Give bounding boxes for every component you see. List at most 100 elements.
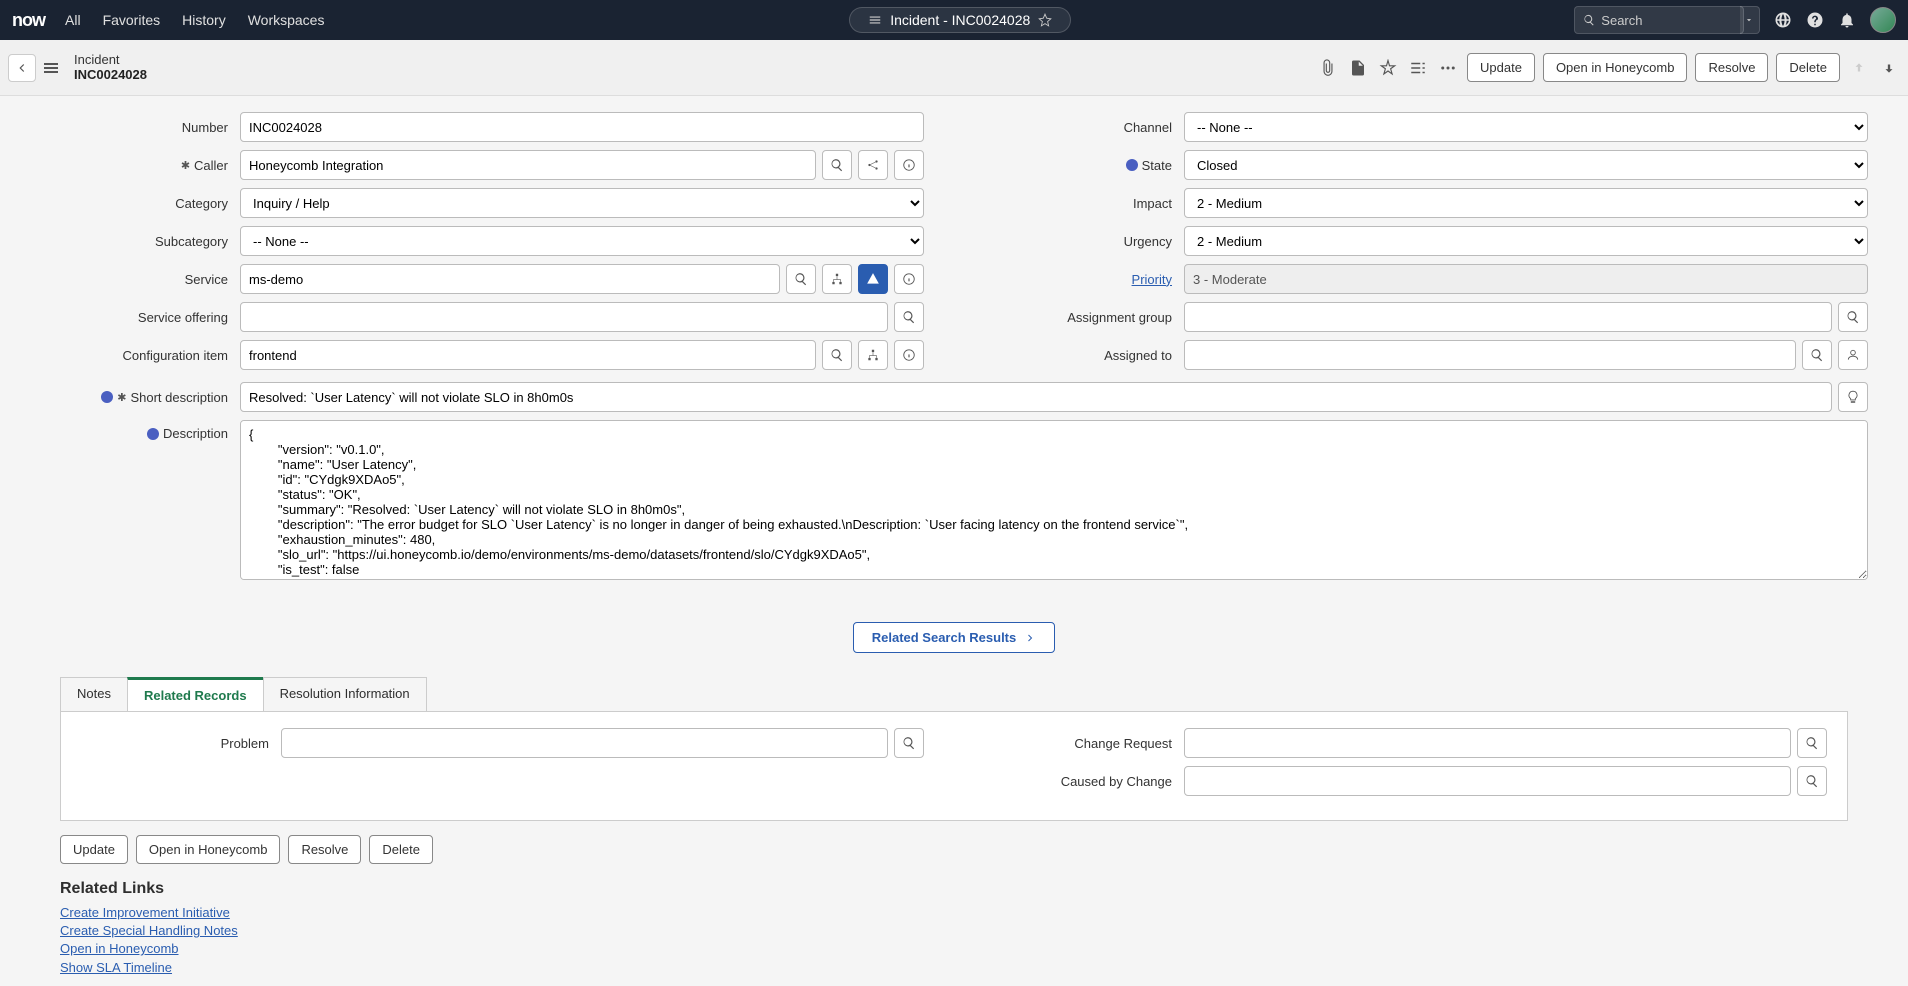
assigned-to-me[interactable] [1838,340,1868,370]
search-icon [902,736,916,750]
tab-related-records[interactable]: Related Records [127,677,264,711]
required-icon: ✱ [181,159,190,172]
nav-favorites[interactable]: Favorites [103,12,161,28]
search-icon [1805,774,1819,788]
number-field[interactable] [240,112,924,142]
state-field[interactable]: Closed [1184,150,1868,180]
assigned-to-label: Assigned to [984,348,1184,363]
service-field[interactable] [240,264,780,294]
tab-body-related-records: Problem Change Request Caused by Change [60,712,1848,821]
subcategory-field[interactable]: -- None -- [240,226,924,256]
settings-icon[interactable] [1407,57,1429,79]
service-alert[interactable] [858,264,888,294]
channel-field[interactable]: -- None -- [1184,112,1868,142]
tree-icon [830,272,844,286]
modified-dot-icon [1126,159,1138,171]
change-request-field[interactable] [1184,728,1791,758]
assignment-group-field[interactable] [1184,302,1832,332]
link-show-sla-timeline[interactable]: Show SLA Timeline [60,959,1908,977]
bell-icon[interactable] [1838,11,1856,29]
link-create-improvement-initiative[interactable]: Create Improvement Initiative [60,904,1908,922]
user-icon [1846,348,1860,362]
help-icon[interactable] [1806,11,1824,29]
ci-tree[interactable] [858,340,888,370]
link-create-special-handling-notes[interactable]: Create Special Handling Notes [60,922,1908,940]
update-button-bottom[interactable]: Update [60,835,128,864]
category-label: Category [40,196,240,211]
pill-title: Incident - INC0024028 [890,12,1030,28]
caller-field[interactable] [240,150,816,180]
related-search-results-button[interactable]: Related Search Results [853,622,1056,653]
info-icon [902,272,916,286]
global-search[interactable] [1574,6,1744,34]
search-input[interactable] [1601,13,1735,28]
star-icon[interactable] [1038,13,1052,27]
nav-history[interactable]: History [182,12,226,28]
attachment-icon[interactable] [1317,57,1339,79]
tree-icon [866,348,880,362]
impact-field[interactable]: 2 - Medium [1184,188,1868,218]
service-lookup[interactable] [786,264,816,294]
impact-label: Impact [984,196,1184,211]
service-info[interactable] [894,264,924,294]
nav-all[interactable]: All [65,12,81,28]
update-button[interactable]: Update [1467,53,1535,82]
short-description-field[interactable] [240,382,1832,412]
open-honeycomb-button-bottom[interactable]: Open in Honeycomb [136,835,281,864]
problem-label: Problem [81,736,281,751]
record-title: Incident INC0024028 [74,53,147,82]
search-icon [1805,736,1819,750]
prev-record[interactable] [1848,57,1870,79]
category-field[interactable]: Inquiry / Help [240,188,924,218]
service-offering-field[interactable] [240,302,888,332]
resolve-button[interactable]: Resolve [1695,53,1768,82]
ci-lookup[interactable] [822,340,852,370]
priority-label[interactable]: Priority [1132,272,1172,287]
assigned-to-field[interactable] [1184,340,1796,370]
caller-related[interactable] [858,150,888,180]
problem-field[interactable] [281,728,888,758]
search-dropdown[interactable] [1740,6,1760,34]
record-pill[interactable]: Incident - INC0024028 [849,7,1071,33]
more-icon[interactable] [1437,57,1459,79]
tab-resolution-information[interactable]: Resolution Information [263,677,427,711]
caller-info[interactable] [894,150,924,180]
caret-down-icon [1744,13,1754,27]
change-request-label: Change Request [984,736,1184,751]
avatar[interactable] [1870,7,1896,33]
assignment-group-lookup[interactable] [1838,302,1868,332]
open-honeycomb-button[interactable]: Open in Honeycomb [1543,53,1688,82]
urgency-field[interactable]: 2 - Medium [1184,226,1868,256]
delete-button-bottom[interactable]: Delete [369,835,433,864]
delete-button[interactable]: Delete [1776,53,1840,82]
description-field[interactable] [240,420,1868,580]
next-record[interactable] [1878,57,1900,79]
caused-by-change-field[interactable] [1184,766,1791,796]
search-icon [830,158,844,172]
ci-label: Configuration item [40,348,240,363]
globe-icon[interactable] [1774,11,1792,29]
form-menu-icon[interactable] [44,58,64,78]
resolve-button-bottom[interactable]: Resolve [288,835,361,864]
short-desc-suggest[interactable] [1838,382,1868,412]
ci-info[interactable] [894,340,924,370]
tab-notes[interactable]: Notes [60,677,128,711]
service-offering-lookup[interactable] [894,302,924,332]
caller-lookup[interactable] [822,150,852,180]
record-type-label: Incident [74,53,147,67]
ci-field[interactable] [240,340,816,370]
caused-by-change-lookup[interactable] [1797,766,1827,796]
template-icon[interactable] [1347,57,1369,79]
link-open-in-honeycomb[interactable]: Open in Honeycomb [60,940,1908,958]
service-tree[interactable] [822,264,852,294]
arrow-down-icon [1882,61,1896,75]
assigned-to-lookup[interactable] [1802,340,1832,370]
nav-workspaces[interactable]: Workspaces [248,12,325,28]
activity-icon[interactable] [1377,57,1399,79]
problem-lookup[interactable] [894,728,924,758]
search-icon [830,348,844,362]
change-request-lookup[interactable] [1797,728,1827,758]
required-icon: ✱ [117,391,126,404]
search-icon [794,272,808,286]
back-button[interactable] [8,54,36,82]
